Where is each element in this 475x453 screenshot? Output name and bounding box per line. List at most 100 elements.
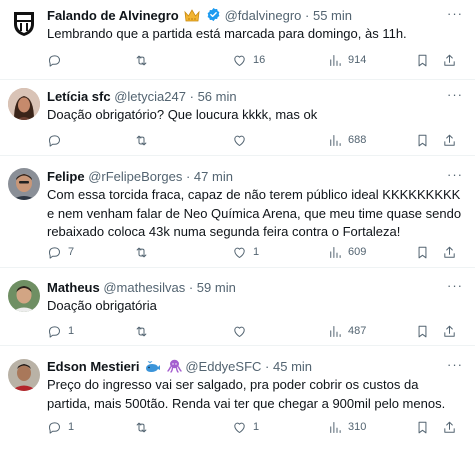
share-button[interactable]	[442, 418, 457, 436]
retweet-icon	[136, 135, 147, 145]
like-count: 16	[253, 54, 266, 66]
retweet-icon	[136, 326, 147, 336]
retweet-icon	[136, 422, 147, 432]
views-button[interactable]: 609	[327, 243, 366, 261]
display-name[interactable]: Edson Mestieri	[47, 359, 139, 374]
handle[interactable]: @mathesilvas	[103, 280, 185, 295]
like-button[interactable]: 1	[232, 418, 259, 436]
retweet-button[interactable]	[134, 243, 155, 261]
tweet[interactable]: Falando de Alvinegro @fdalvinegro · 55 m…	[0, 0, 475, 80]
views-chart-icon	[330, 421, 341, 433]
tweet[interactable]: Letícia sfc @letycia247 · 56 min ··· Doa…	[0, 80, 475, 156]
reply-button[interactable]: 7	[47, 243, 74, 261]
retweet-button[interactable]	[134, 51, 155, 69]
tweet[interactable]: Matheus @mathesilvas · 59 min ··· Doação…	[0, 268, 475, 346]
views-button[interactable]: 914	[327, 51, 366, 69]
like-button[interactable]: 1	[232, 243, 259, 261]
like-button[interactable]	[232, 131, 253, 149]
tweet-text: Doação obrigatório? Que loucura kkkk, ma…	[47, 107, 318, 122]
replies-feed: Falando de Alvinegro @fdalvinegro · 55 m…	[0, 0, 475, 453]
retweet-button[interactable]	[134, 131, 155, 149]
views-button[interactable]: 487	[327, 322, 366, 340]
handle[interactable]: @rFelipeBorges	[88, 169, 182, 184]
tweet-header: Felipe @rFelipeBorges · 47 min	[47, 168, 445, 186]
retweet-button[interactable]	[134, 322, 155, 340]
display-name[interactable]: Felipe	[47, 169, 85, 184]
more-options-icon[interactable]: ···	[447, 358, 463, 376]
timestamp[interactable]: 56 min	[198, 89, 237, 104]
views-count: 914	[348, 54, 367, 66]
reply-button[interactable]: 1	[47, 322, 74, 340]
views-chart-icon	[330, 246, 341, 258]
bookmark-button[interactable]	[415, 243, 430, 261]
retweet-icon	[136, 55, 147, 65]
more-options-icon[interactable]: ···	[447, 168, 463, 186]
reply-button[interactable]	[47, 131, 68, 149]
views-button[interactable]: 688	[327, 131, 366, 149]
bookmark-icon	[418, 421, 427, 433]
tweet-header: Falando de Alvinegro @fdalvinegro · 55 m…	[47, 7, 445, 25]
bookmark-icon	[418, 325, 427, 337]
heart-icon	[234, 247, 245, 258]
views-button[interactable]: 310	[327, 418, 366, 436]
display-name[interactable]: Matheus	[47, 280, 100, 295]
heart-icon	[234, 55, 245, 66]
tweet-text: Doação obrigatória	[47, 298, 157, 313]
reply-icon	[49, 246, 60, 259]
reply-button[interactable]	[47, 51, 68, 69]
share-button[interactable]	[442, 243, 457, 261]
like-button[interactable]	[232, 322, 253, 340]
views-count: 609	[348, 246, 367, 258]
reply-button[interactable]: 1	[47, 418, 74, 436]
handle[interactable]: @letycia247	[114, 89, 186, 104]
tweet-actions: 1 1 310	[45, 418, 463, 436]
share-button[interactable]	[442, 51, 457, 69]
profile-photo	[8, 168, 40, 200]
display-name[interactable]: Falando de Alvinegro	[47, 8, 179, 23]
verified-badge-icon	[206, 7, 221, 25]
avatar[interactable]	[8, 359, 40, 391]
more-options-icon[interactable]: ···	[447, 279, 463, 297]
tweet[interactable]: Felipe @rFelipeBorges · 47 min ··· Com e…	[0, 156, 475, 268]
more-options-icon[interactable]: ···	[447, 88, 463, 106]
handle[interactable]: @EddyeSFC	[185, 359, 261, 374]
views-count: 688	[348, 134, 367, 146]
separator: ·	[305, 8, 310, 23]
avatar[interactable]	[8, 168, 40, 200]
bookmark-button[interactable]	[415, 418, 430, 436]
tweet-header: Letícia sfc @letycia247 · 56 min	[47, 88, 445, 106]
share-button[interactable]	[442, 322, 457, 340]
retweet-icon	[136, 247, 147, 257]
reply-count: 7	[68, 246, 75, 258]
more-options-icon[interactable]: ···	[447, 7, 463, 25]
share-button[interactable]	[442, 131, 457, 149]
heart-icon	[234, 135, 245, 146]
timestamp[interactable]: 55 min	[313, 8, 352, 23]
reply-icon	[49, 54, 60, 67]
share-icon	[444, 246, 455, 258]
avatar[interactable]	[8, 6, 40, 38]
bookmark-button[interactable]	[415, 322, 430, 340]
timestamp[interactable]: 59 min	[197, 280, 236, 295]
reply-count: 1	[68, 421, 75, 433]
bookmark-button[interactable]	[415, 51, 430, 69]
timestamp[interactable]: 45 min	[273, 359, 312, 374]
bookmark-button[interactable]	[415, 131, 430, 149]
tweet-actions: 7 1 609	[45, 243, 463, 261]
display-name[interactable]: Letícia sfc	[47, 89, 111, 104]
like-button[interactable]: 16	[232, 51, 265, 69]
crown-emoji-icon	[184, 9, 200, 25]
tweet-actions: 688	[45, 131, 463, 149]
timestamp[interactable]: 47 min	[194, 169, 233, 184]
avatar[interactable]	[8, 280, 40, 312]
profile-photo	[8, 88, 40, 120]
tweet-actions: 1 487	[45, 322, 463, 340]
avatar[interactable]	[8, 88, 40, 120]
tweet[interactable]: Edson Mestieri @EddyeSFC · 45 min ··· Pr…	[0, 346, 475, 453]
santos-crest-logo	[14, 12, 34, 36]
separator: ·	[189, 89, 194, 104]
handle[interactable]: @fdalvinegro	[225, 8, 302, 23]
bookmark-icon	[418, 54, 427, 66]
views-chart-icon	[330, 325, 341, 337]
retweet-button[interactable]	[134, 418, 155, 436]
